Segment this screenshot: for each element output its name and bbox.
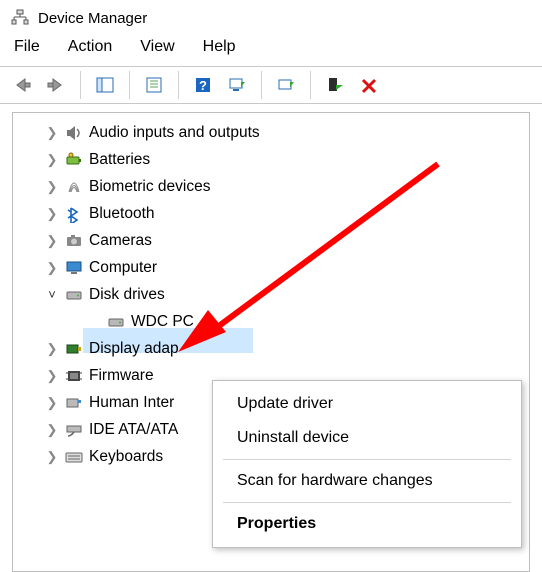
tree-item-label: Computer [89,259,157,277]
window-title: Device Manager [38,10,147,27]
tree-item-label: Firmware [89,367,154,385]
speaker-icon [63,122,85,144]
disable-icon [359,76,379,94]
tree-item-bluetooth[interactable]: ❯ Bluetooth [15,200,527,227]
scan-icon [227,76,247,94]
tree-pane-icon [95,76,115,94]
enable-device-button[interactable] [319,71,351,99]
tree-item-label: Bluetooth [89,205,155,223]
tree-item-label: Disk drives [89,286,165,304]
menu-help[interactable]: Help [203,38,236,56]
update-driver-icon [276,76,296,94]
separator [178,71,179,99]
monitor-icon [63,257,85,279]
properties-icon [144,76,164,94]
drive-icon [105,311,127,333]
chevron-right-icon[interactable]: ❯ [43,233,61,249]
disable-device-button[interactable] [353,71,385,99]
menu-action[interactable]: Action [68,38,112,56]
camera-icon [63,230,85,252]
chevron-right-icon[interactable]: ❯ [43,206,61,222]
fingerprint-icon [63,176,85,198]
tree-item-disk-drives[interactable]: ˅ Disk drives [15,281,527,308]
arrow-left-icon [11,76,33,94]
tree-item-label: Audio inputs and outputs [89,124,260,142]
help-button[interactable]: ? [187,71,219,99]
chevron-right-icon[interactable]: ❯ [43,125,61,141]
tree-item-computer[interactable]: ❯ Computer [15,254,527,281]
chevron-right-icon[interactable]: ❯ [43,368,61,384]
menu-view[interactable]: View [140,38,174,56]
ctx-properties[interactable]: Properties [215,507,519,541]
chevron-right-icon[interactable]: ❯ [43,152,61,168]
tree-item-label: Biometric devices [89,178,210,196]
scan-hardware-button[interactable] [221,71,253,99]
ctx-scan-hardware[interactable]: Scan for hardware changes [215,464,519,498]
tree-item-label: Display adap [89,340,179,358]
tree-item-label: Batteries [89,151,150,169]
back-button[interactable] [6,71,38,99]
toolbar: ? [0,66,542,104]
chevron-right-icon[interactable]: ❯ [43,449,61,465]
help-icon: ? [193,76,213,94]
separator [223,459,511,460]
tree-item-cameras[interactable]: ❯ Cameras [15,227,527,254]
keyboard-icon [63,446,85,468]
svg-text:?: ? [199,78,207,93]
arrow-right-icon [45,76,67,94]
tree-item-label: Human Inter [89,394,174,412]
display-adapter-icon [63,338,85,360]
ctx-update-driver[interactable]: Update driver [215,387,519,421]
chevron-right-icon[interactable]: ❯ [43,341,61,357]
chevron-down-icon[interactable]: ˅ [43,287,61,302]
separator [310,71,311,99]
tree-item-wdc-drive[interactable]: WDC PC [15,308,527,335]
context-menu: Update driver Uninstall device Scan for … [212,380,522,548]
chevron-right-icon[interactable]: ❯ [43,260,61,276]
tree-item-display-adapters[interactable]: ❯ Display adap [15,335,527,362]
forward-button[interactable] [40,71,72,99]
tree-item-audio[interactable]: ❯ Audio inputs and outputs [15,119,527,146]
ide-icon [63,419,85,441]
battery-icon [63,149,85,171]
chevron-right-icon[interactable]: ❯ [43,422,61,438]
titlebar: Device Manager [0,0,542,32]
separator [129,71,130,99]
tree-item-label: WDC PC [131,313,194,331]
enable-icon [325,76,345,94]
bluetooth-icon [63,203,85,225]
show-hide-tree-button[interactable] [89,71,121,99]
tree-item-label: IDE ATA/ATA [89,421,178,439]
tree-item-label: Keyboards [89,448,163,466]
separator [261,71,262,99]
menubar: File Action View Help [0,32,542,66]
device-manager-icon [10,8,30,28]
properties-button[interactable] [138,71,170,99]
tree-item-batteries[interactable]: ❯ Batteries [15,146,527,173]
firmware-icon [63,365,85,387]
tree-item-biometric[interactable]: ❯ Biometric devices [15,173,527,200]
chevron-right-icon[interactable]: ❯ [43,395,61,411]
chevron-right-icon[interactable]: ❯ [43,179,61,195]
drive-icon [63,284,85,306]
hid-icon [63,392,85,414]
separator [223,502,511,503]
separator [80,71,81,99]
ctx-uninstall-device[interactable]: Uninstall device [215,421,519,455]
menu-file[interactable]: File [14,38,40,56]
tree-item-label: Cameras [89,232,152,250]
update-driver-button[interactable] [270,71,302,99]
